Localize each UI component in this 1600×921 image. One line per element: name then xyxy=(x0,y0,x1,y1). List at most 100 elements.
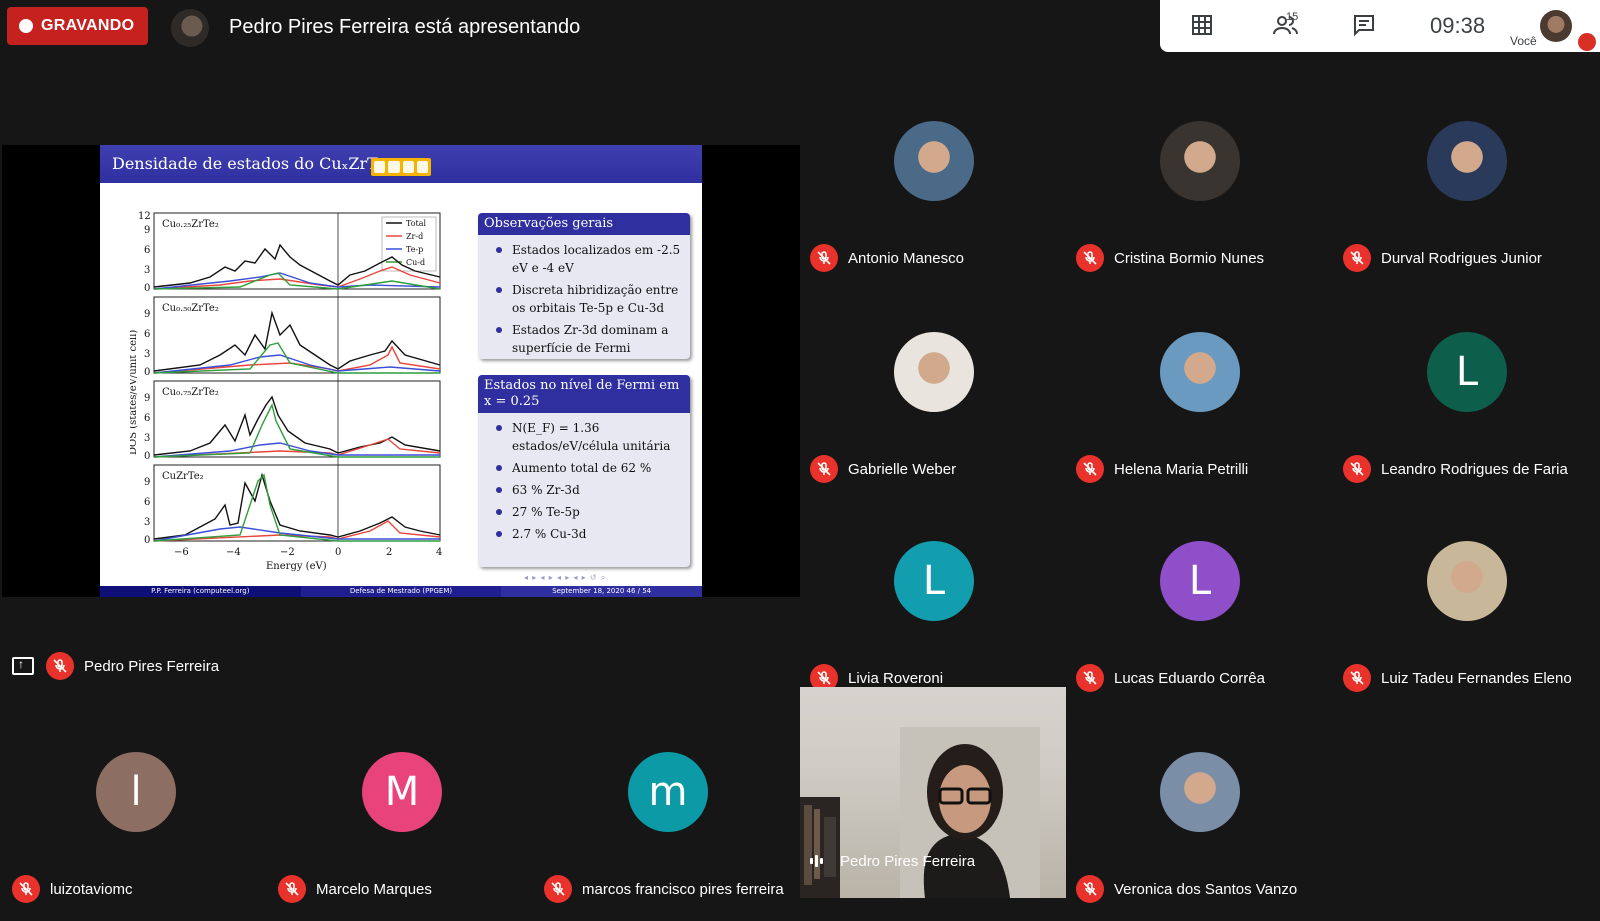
participant-name: marcos francisco pires ferreira xyxy=(582,880,784,898)
video-name-row: Pedro Pires Ferreira xyxy=(810,851,975,871)
participant-avatar xyxy=(1160,752,1240,832)
presenter-name: Pedro Pires Ferreira xyxy=(84,657,220,675)
mic-off-icon xyxy=(544,875,572,903)
recording-badge: GRAVANDO xyxy=(7,7,148,45)
participant-tile[interactable]: l luizotaviomc xyxy=(2,710,268,921)
participant-avatar xyxy=(1427,541,1507,621)
panel-label: Cu₀.₇₅ZrTe₂ xyxy=(162,387,219,398)
participant-name-row: Luiz Tadeu Fernandes Eleno xyxy=(1343,664,1572,692)
participant-name: Livia Roveroni xyxy=(848,669,944,687)
legend-te: Te-p xyxy=(406,245,423,254)
fermi-item: 63 % Zr-3d xyxy=(492,481,682,499)
fermi-item: 27 % Te-5p xyxy=(492,503,682,521)
svg-text:0: 0 xyxy=(144,367,150,378)
participant-name-row: Marcelo Marques xyxy=(278,875,432,903)
svg-text:6: 6 xyxy=(144,329,150,340)
mic-off-icon xyxy=(12,875,40,903)
fermi-box: Estados no nível de Fermi em x = 0.25 N(… xyxy=(478,375,690,567)
participant-avatar: m xyxy=(628,752,708,832)
participant-avatar xyxy=(1160,332,1240,412)
participant-avatar: L xyxy=(1160,541,1240,621)
participant-name: Durval Rodrigues Junior xyxy=(1381,249,1542,267)
participant-name-row: Antonio Manesco xyxy=(810,244,964,272)
speaking-indicator-icon xyxy=(810,851,830,871)
participant-name: Veronica dos Santos Vanzo xyxy=(1114,880,1298,898)
participant-tile[interactable]: Gabrielle Weber xyxy=(800,290,1066,501)
grid-layout-icon[interactable] xyxy=(1190,13,1214,42)
obs-item: Estados localizados em -2.5 eV e -4 eV xyxy=(492,241,682,277)
svg-text:12: 12 xyxy=(138,211,151,222)
participant-avatar: M xyxy=(362,752,442,832)
participant-name: Cristina Bormio Nunes xyxy=(1114,249,1265,267)
participant-name-row: luizotaviomc xyxy=(12,875,133,903)
participant-tile[interactable]: L Livia Roveroni xyxy=(800,499,1066,710)
self-label: Você xyxy=(1510,34,1537,48)
participant-tile[interactable]: Luiz Tadeu Fernandes Eleno xyxy=(1333,499,1599,710)
x-tick: 2 xyxy=(386,547,392,558)
footer-date: September 18, 2020 46 / 54 xyxy=(501,586,702,597)
participant-name-row: Durval Rodrigues Junior xyxy=(1343,244,1542,272)
legend-zr: Zr-d xyxy=(406,232,423,241)
slide-control-strip[interactable] xyxy=(371,158,431,176)
participant-name: Marcelo Marques xyxy=(316,880,432,898)
mic-off-icon xyxy=(810,455,838,483)
fermi-item: 2.7 % Cu-3d xyxy=(492,525,682,543)
participant-name-row: marcos francisco pires ferreira xyxy=(544,875,784,903)
x-tick: −2 xyxy=(280,547,295,558)
participant-avatar: L xyxy=(1427,332,1507,412)
slide-footer: P.P. Ferreira (computeel.org) Defesa de … xyxy=(100,586,702,597)
participant-tile[interactable]: Antonio Manesco xyxy=(800,79,1066,290)
mic-off-icon xyxy=(1076,875,1104,903)
obs-item: Estados Zr-3d dominam a superfície de Fe… xyxy=(492,321,682,357)
participant-avatar xyxy=(894,332,974,412)
mic-off-icon xyxy=(1076,244,1104,272)
svg-text:6: 6 xyxy=(144,245,150,256)
mic-off-icon xyxy=(1076,664,1104,692)
fermi-item: Aumento total de 62 % xyxy=(492,459,682,477)
participant-name: Gabrielle Weber xyxy=(848,460,957,478)
x-tick: 0 xyxy=(335,547,341,558)
participant-name-row: Gabrielle Weber xyxy=(810,455,956,483)
panel-label: Cu₀.₂₅ZrTe₂ xyxy=(162,219,219,230)
footer-author: P.P. Ferreira (computeel.org) xyxy=(100,586,301,597)
fermi-title: Estados no nível de Fermi em x = 0.25 xyxy=(478,375,690,413)
participant-tile[interactable]: m marcos francisco pires ferreira xyxy=(534,710,800,921)
mic-off-icon xyxy=(1343,664,1371,692)
participant-name-row: Leandro Rodrigues de Faria xyxy=(1343,455,1568,483)
participant-avatar: l xyxy=(96,752,176,832)
chat-icon[interactable] xyxy=(1352,13,1376,42)
participant-avatar xyxy=(894,121,974,201)
obs-item: Discreta hibridização entre os orbitais … xyxy=(492,281,682,317)
x-axis-label: Energy (eV) xyxy=(266,561,327,572)
top-right-controls: 15 09:38 Você xyxy=(1160,0,1600,52)
participant-tile[interactable]: M Marcelo Marques xyxy=(268,710,534,921)
svg-text:6: 6 xyxy=(144,497,150,508)
self-avatar[interactable] xyxy=(1540,10,1572,42)
mic-off-icon xyxy=(1343,455,1371,483)
obs-title: Observações gerais xyxy=(478,213,690,235)
svg-text:0: 0 xyxy=(144,283,150,294)
svg-text:9: 9 xyxy=(144,393,150,404)
x-tick: 4 xyxy=(436,547,442,558)
footer-event: Defesa de Mestrado (PPGEM) xyxy=(300,586,502,597)
mic-off-icon xyxy=(278,875,306,903)
participant-tile[interactable]: Durval Rodrigues Junior xyxy=(1333,79,1599,290)
svg-text:0: 0 xyxy=(144,451,150,462)
participant-tile[interactable]: Veronica dos Santos Vanzo xyxy=(1066,710,1332,921)
mic-off-icon xyxy=(1076,455,1104,483)
svg-text:3: 3 xyxy=(144,349,150,360)
participant-tile[interactable]: Cristina Bormio Nunes xyxy=(1066,79,1332,290)
participant-tile[interactable]: Helena Maria Petrilli xyxy=(1066,290,1332,501)
mic-off-icon xyxy=(1343,244,1371,272)
dos-plot: 12 9 6 3 0 9 6 3 0 9 6 3 0 9 6 3 0 Cu₀.₂₅ZrTe₂ Cu₀.₅₀… xyxy=(130,211,442,572)
participant-name-row: Veronica dos Santos Vanzo xyxy=(1076,875,1297,903)
presenter-video-tile[interactable]: Pedro Pires Ferreira xyxy=(800,687,1066,898)
mic-off-icon xyxy=(810,244,838,272)
participants-count: 15 xyxy=(1286,11,1299,23)
svg-text:9: 9 xyxy=(144,477,150,488)
participant-tile[interactable]: L Lucas Eduardo Corrêa xyxy=(1066,499,1332,710)
participant-name: Luiz Tadeu Fernandes Eleno xyxy=(1381,669,1572,687)
presenting-text: Pedro Pires Ferreira está apresentando xyxy=(229,16,581,38)
participant-tile[interactable]: L Leandro Rodrigues de Faria xyxy=(1333,290,1599,501)
participant-name: Pedro Pires Ferreira xyxy=(840,852,976,870)
